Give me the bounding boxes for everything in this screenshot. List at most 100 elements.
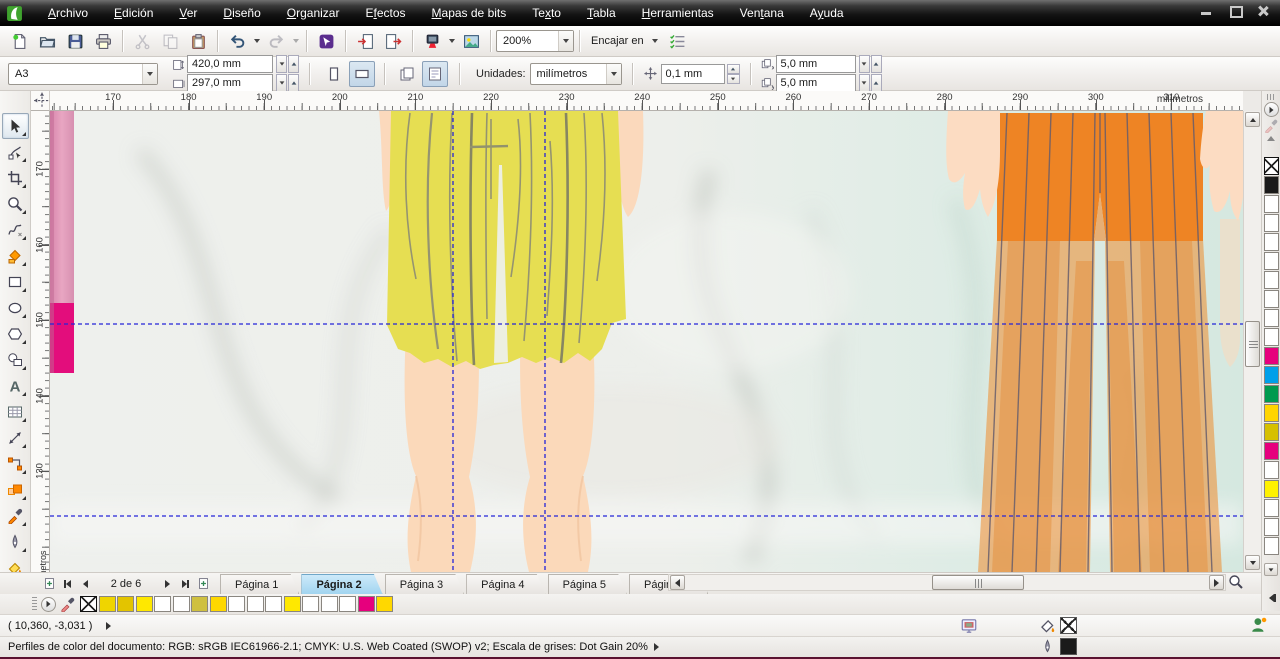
color-swatch[interactable]: [210, 596, 227, 612]
page-tab[interactable]: Página 3: [385, 574, 464, 595]
basic-shapes-tool[interactable]: [2, 347, 29, 373]
table-tool[interactable]: [2, 399, 29, 425]
page-tab[interactable]: Página 2: [301, 574, 382, 595]
color-swatch[interactable]: [339, 596, 356, 612]
add-page-start-button[interactable]: [40, 575, 58, 593]
scroll-down-button[interactable]: [1245, 555, 1260, 570]
color-swatch[interactable]: [1264, 328, 1279, 346]
menu-item[interactable]: Ventana: [727, 2, 797, 24]
pink-fabric-strip[interactable]: [50, 111, 74, 373]
fill-indicator-icon[interactable]: [1038, 617, 1056, 635]
outline-pen-tool[interactable]: [2, 529, 29, 555]
open-button[interactable]: [34, 29, 60, 53]
scroll-right-button[interactable]: [1209, 575, 1224, 590]
color-swatch[interactable]: [1264, 366, 1279, 384]
horizontal-ruler[interactable]: 1701801902002102202302402502602702802903…: [50, 91, 1243, 111]
color-swatch[interactable]: [302, 596, 319, 612]
zoom-level-combo[interactable]: 200%: [496, 30, 574, 52]
menu-item[interactable]: Herramientas: [629, 2, 727, 24]
freehand-tool[interactable]: [2, 217, 29, 243]
shape-tool[interactable]: [2, 139, 29, 165]
palette-grip[interactable]: [1267, 94, 1275, 100]
color-swatch[interactable]: [1264, 252, 1279, 270]
color-swatch[interactable]: [1264, 347, 1279, 365]
menu-item[interactable]: Texto: [519, 2, 574, 24]
blend-tool[interactable]: [2, 477, 29, 503]
undo-dropdown[interactable]: [251, 29, 262, 53]
options-button[interactable]: [665, 29, 691, 53]
landscape-button[interactable]: [349, 61, 375, 87]
palette-eyedropper-icon[interactable]: [60, 597, 75, 612]
palette-expand-button[interactable]: [1263, 589, 1280, 607]
page-height-field[interactable]: 297,0 mm: [187, 74, 273, 92]
redo-button[interactable]: [263, 29, 289, 53]
duplicate-x-field[interactable]: 5,0 mm: [776, 55, 856, 73]
color-swatch[interactable]: [1264, 233, 1279, 251]
ruler-origin[interactable]: [31, 91, 50, 111]
color-swatch[interactable]: [1264, 423, 1279, 441]
outline-indicator-icon[interactable]: [1040, 639, 1055, 654]
page-preset-dropdown[interactable]: [142, 64, 157, 84]
menu-item[interactable]: Ver: [166, 2, 210, 24]
color-swatch[interactable]: [1264, 309, 1279, 327]
snap-to-menu[interactable]: Encajar en: [585, 35, 664, 47]
page-preset-combo[interactable]: A3: [8, 63, 158, 85]
zoom-fit-button[interactable]: [1228, 574, 1245, 591]
print-button[interactable]: [90, 29, 116, 53]
color-swatch[interactable]: [1264, 404, 1279, 422]
zoom-level-dropdown[interactable]: [558, 31, 573, 51]
color-swatch[interactable]: [1264, 518, 1279, 536]
undo-button[interactable]: [224, 29, 250, 53]
page-tab[interactable]: Página 5: [548, 574, 627, 595]
vertical-scrollbar[interactable]: [1243, 111, 1261, 572]
color-swatch[interactable]: [1264, 157, 1279, 175]
menu-item[interactable]: Organizar: [274, 2, 353, 24]
color-swatch[interactable]: [1264, 499, 1279, 517]
palette-eyedropper-icon[interactable]: [1264, 119, 1278, 133]
next-page-button[interactable]: [158, 575, 176, 593]
color-management-icon[interactable]: [960, 617, 978, 635]
text-tool[interactable]: A: [2, 373, 29, 399]
dimension-tool[interactable]: [2, 425, 29, 451]
outline-color-indicator[interactable]: [1060, 638, 1077, 655]
scroll-up-button[interactable]: [1245, 112, 1260, 127]
color-swatch[interactable]: [358, 596, 375, 612]
color-swatch[interactable]: [228, 596, 245, 612]
last-page-button[interactable]: [176, 575, 194, 593]
smart-fill-tool[interactable]: [2, 243, 29, 269]
color-swatch[interactable]: [1264, 537, 1279, 555]
drawing-canvas[interactable]: [50, 111, 1243, 572]
color-swatch[interactable]: [117, 596, 134, 612]
color-eyedropper-tool[interactable]: [2, 503, 29, 529]
page-width-field[interactable]: 420,0 mm: [187, 55, 273, 73]
coordinates-flyout[interactable]: [106, 622, 111, 630]
polygon-tool[interactable]: [2, 321, 29, 347]
color-swatch[interactable]: [1264, 290, 1279, 308]
page-tab[interactable]: Página 1: [220, 574, 299, 595]
minimize-button[interactable]: [1200, 5, 1214, 17]
application-launcher-button[interactable]: [419, 29, 445, 53]
all-pages-button[interactable]: [394, 61, 420, 87]
palette-scroll-up[interactable]: [1267, 136, 1275, 141]
connector-tool[interactable]: [2, 451, 29, 477]
color-swatch[interactable]: [80, 596, 97, 612]
color-swatch[interactable]: [284, 596, 301, 612]
color-swatch[interactable]: [1264, 461, 1279, 479]
color-swatch[interactable]: [376, 596, 393, 612]
menu-item[interactable]: Efectos: [352, 2, 418, 24]
duplicate-x-spinner[interactable]: [858, 55, 882, 73]
color-swatch[interactable]: [321, 596, 338, 612]
import-button[interactable]: [352, 29, 378, 53]
page-width-spinner[interactable]: [275, 55, 299, 73]
horizontal-scroll-thumb[interactable]: [932, 575, 1024, 590]
vertical-ruler[interactable]: 170160150140130 milímetros: [31, 111, 50, 594]
search-content-button[interactable]: [313, 29, 339, 53]
first-page-button[interactable]: [58, 575, 76, 593]
color-swatch[interactable]: [1264, 385, 1279, 403]
color-swatch[interactable]: [136, 596, 153, 612]
color-swatch[interactable]: [1264, 214, 1279, 232]
nudge-field[interactable]: 0,1 mm: [661, 64, 725, 84]
units-dropdown[interactable]: [606, 64, 621, 84]
fill-color-indicator[interactable]: [1060, 617, 1077, 634]
color-swatch[interactable]: [1264, 195, 1279, 213]
